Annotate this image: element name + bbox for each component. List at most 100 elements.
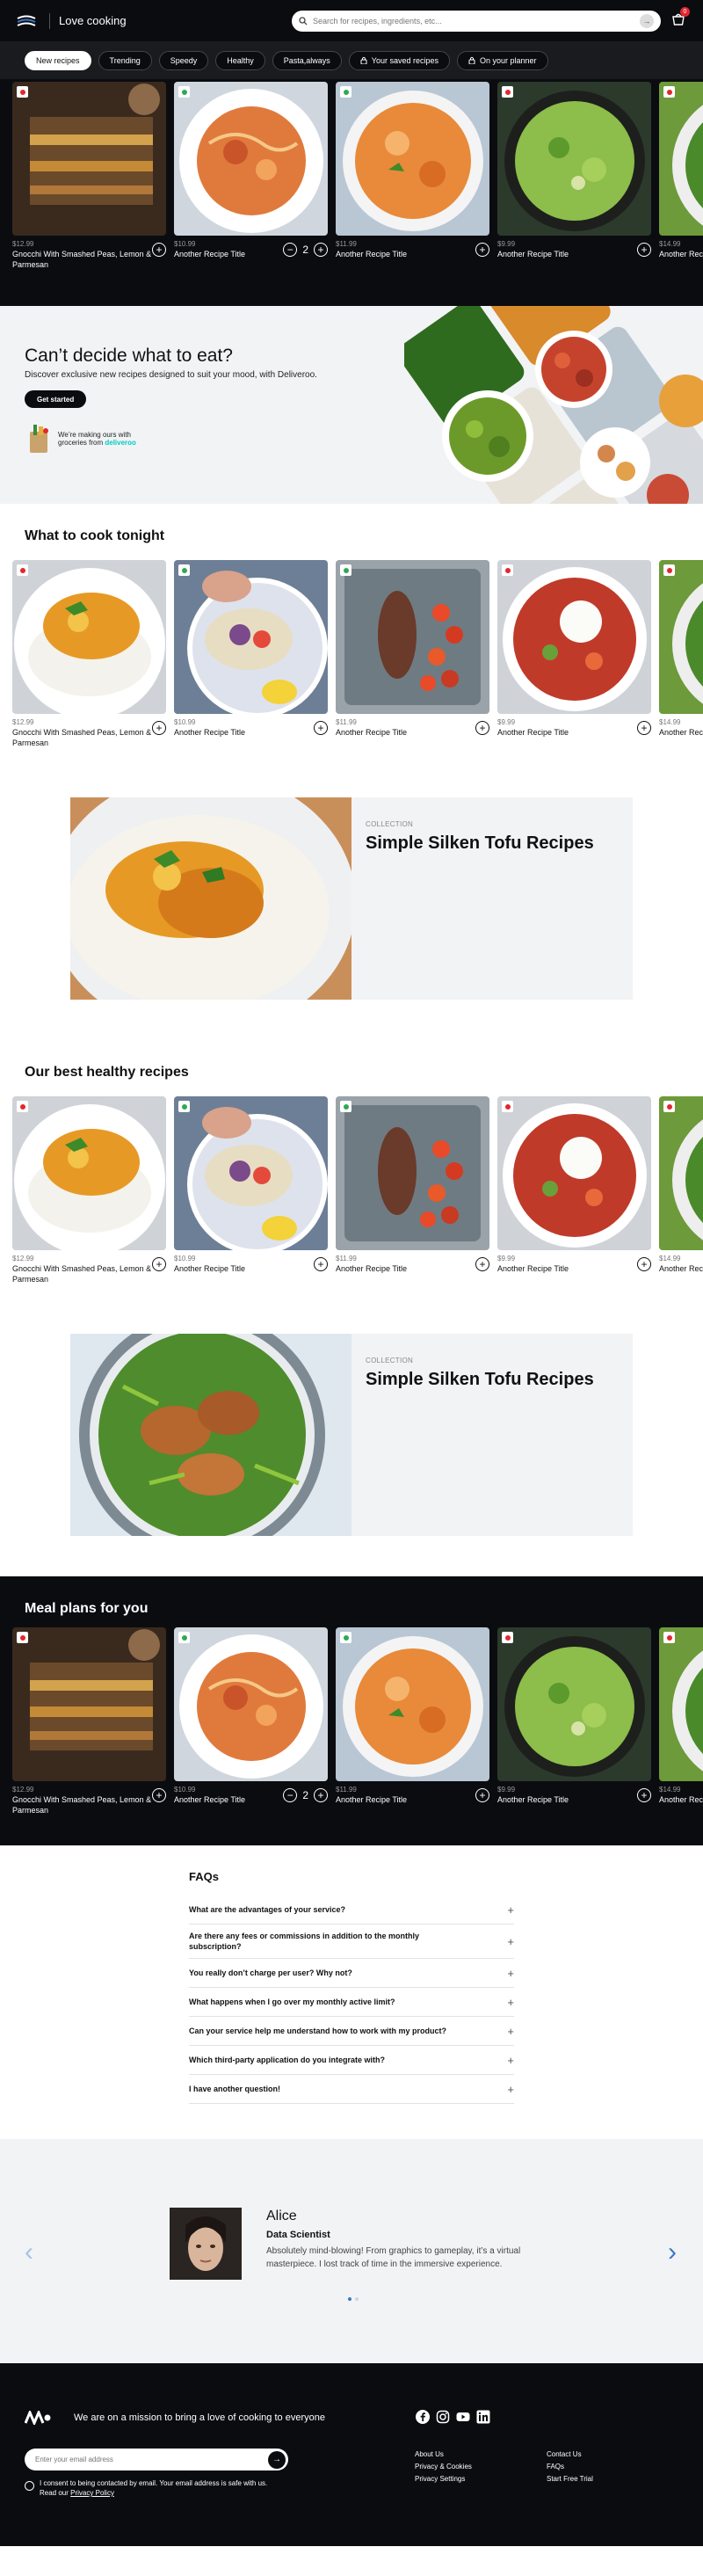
recipe-title[interactable]: Gnocchi With Smashed Peas, Lemon & Parme… bbox=[12, 1263, 152, 1284]
increment-button[interactable]: + bbox=[314, 1788, 328, 1802]
recipe-card[interactable]: $12.99 Gnocchi With Smashed Peas, Lemon &… bbox=[12, 1096, 166, 1284]
recipe-title[interactable]: Another Recipe Title bbox=[336, 249, 407, 259]
recipe-image[interactable] bbox=[12, 1627, 166, 1781]
recipe-card[interactable]: $14.99Another Recipe Title+ bbox=[659, 560, 703, 748]
recipe-title[interactable]: Another Recipe Title bbox=[336, 1794, 407, 1805]
recipe-image[interactable] bbox=[336, 1627, 489, 1781]
get-started-button[interactable]: Get started bbox=[25, 390, 87, 408]
recipe-image[interactable] bbox=[497, 1096, 651, 1250]
recipe-card[interactable]: $11.99 Another Recipe Title + bbox=[336, 1627, 489, 1816]
footer-logo-icon[interactable] bbox=[25, 2411, 51, 2425]
email-field[interactable] bbox=[35, 2456, 268, 2463]
previous-arrow-icon[interactable]: ‹ bbox=[25, 2238, 33, 2267]
add-recipe-button[interactable]: + bbox=[475, 1257, 489, 1271]
recipe-title[interactable]: Gnocchi With Smashed Peas, Lemon & Parme… bbox=[12, 727, 152, 748]
faq-item[interactable]: Can your service help me understand how … bbox=[189, 2017, 514, 2046]
recipe-title[interactable]: Another Recipe Title bbox=[659, 249, 703, 259]
footer-link[interactable]: FAQs bbox=[547, 2461, 593, 2473]
recipe-card[interactable]: $9.99 Another Recipe Title + bbox=[497, 82, 651, 270]
filter-chip[interactable]: Pasta,always bbox=[272, 50, 342, 70]
recipe-title[interactable]: Another Recipe Title bbox=[497, 249, 569, 259]
recipe-image[interactable] bbox=[12, 560, 166, 714]
recipe-title[interactable]: Another Recipe Title bbox=[659, 727, 703, 738]
add-recipe-button[interactable]: + bbox=[152, 1257, 166, 1271]
recipe-image[interactable] bbox=[174, 1096, 328, 1250]
newsletter-submit-button[interactable]: → bbox=[268, 2450, 286, 2469]
recipe-card[interactable]: $12.99 Gnocchi With Smashed Peas, Lemon &… bbox=[12, 82, 166, 270]
recipe-title[interactable]: Another Recipe Title bbox=[174, 1794, 245, 1805]
add-recipe-button[interactable]: + bbox=[475, 721, 489, 735]
expand-plus-icon[interactable]: + bbox=[507, 1967, 514, 1980]
footer-link[interactable]: Privacy & Cookies bbox=[415, 2461, 472, 2473]
filter-chip[interactable]: Your saved recipes bbox=[348, 50, 451, 70]
add-recipe-button[interactable]: + bbox=[152, 1788, 166, 1802]
filter-chip[interactable]: Trending bbox=[98, 50, 152, 70]
expand-plus-icon[interactable]: + bbox=[507, 2054, 514, 2067]
recipe-card[interactable]: $9.99 Another Recipe Title + bbox=[497, 1096, 651, 1284]
recipe-image[interactable] bbox=[497, 1627, 651, 1781]
expand-plus-icon[interactable]: + bbox=[507, 1903, 514, 1917]
faq-question[interactable]: You really don’t charge per user? Why no… bbox=[189, 1968, 453, 1978]
recipe-image[interactable] bbox=[336, 1096, 489, 1250]
recipe-title[interactable]: Another Recipe Title bbox=[174, 1263, 245, 1274]
instagram-icon[interactable] bbox=[435, 2409, 450, 2424]
facebook-icon[interactable] bbox=[415, 2409, 430, 2424]
recipe-title[interactable]: Another Recipe Title bbox=[336, 727, 407, 738]
add-recipe-button[interactable]: + bbox=[637, 1788, 651, 1802]
recipe-card[interactable]: $11.99 Another Recipe Title + bbox=[336, 560, 489, 748]
recipe-card[interactable]: $10.99 Another Recipe Title −2 + bbox=[174, 82, 328, 270]
add-recipe-button[interactable]: + bbox=[637, 721, 651, 735]
faq-question[interactable]: Can your service help me understand how … bbox=[189, 2026, 453, 2036]
recipe-card[interactable]: $11.99 Another Recipe Title + bbox=[336, 82, 489, 270]
pagination-dot[interactable] bbox=[355, 2297, 359, 2301]
recipe-title[interactable]: Another Recipe Title bbox=[497, 1794, 569, 1805]
recipe-image[interactable] bbox=[497, 82, 651, 236]
filter-chip[interactable]: On your planner bbox=[457, 50, 548, 70]
privacy-policy-link[interactable]: Privacy Policy bbox=[70, 2489, 114, 2497]
faq-question[interactable]: Which third-party application do you int… bbox=[189, 2055, 453, 2065]
collection-card[interactable]: COLLECTION Simple Silken Tofu Recipes bbox=[70, 1334, 633, 1536]
recipe-title[interactable]: Gnocchi With Smashed Peas, Lemon & Parme… bbox=[12, 1794, 152, 1816]
recipe-image[interactable] bbox=[659, 1627, 703, 1781]
faq-item[interactable]: You really don’t charge per user? Why no… bbox=[189, 1959, 514, 1988]
expand-plus-icon[interactable]: + bbox=[507, 1935, 514, 1948]
recipe-image[interactable] bbox=[174, 1627, 328, 1781]
expand-plus-icon[interactable]: + bbox=[507, 2025, 514, 2038]
recipe-title[interactable]: Another Recipe Title bbox=[497, 727, 569, 738]
decrement-button[interactable]: − bbox=[283, 1788, 298, 1802]
recipe-image[interactable] bbox=[12, 82, 166, 236]
recipe-image[interactable] bbox=[336, 82, 489, 236]
faq-item[interactable]: I have another question! + bbox=[189, 2075, 514, 2104]
add-recipe-button[interactable]: + bbox=[314, 721, 328, 735]
faq-question[interactable]: Are there any fees or commissions in add… bbox=[189, 1931, 453, 1952]
expand-plus-icon[interactable]: + bbox=[507, 2083, 514, 2096]
recipe-card[interactable]: $11.99 Another Recipe Title + bbox=[336, 1096, 489, 1284]
cart-button[interactable]: 0 bbox=[671, 7, 690, 26]
recipe-title[interactable]: Another Recipe Title bbox=[659, 1263, 703, 1274]
recipe-title[interactable]: Another Recipe Title bbox=[336, 1263, 407, 1274]
recipe-card[interactable]: $14.99Another Recipe Title+ bbox=[659, 1627, 703, 1816]
site-title[interactable]: Love cooking bbox=[59, 14, 127, 27]
faq-item[interactable]: Which third-party application do you int… bbox=[189, 2046, 514, 2075]
expand-plus-icon[interactable]: + bbox=[507, 1996, 514, 2009]
faq-question[interactable]: I have another question! bbox=[189, 2084, 453, 2094]
footer-link[interactable]: Contact Us bbox=[547, 2449, 593, 2461]
search-bar[interactable]: → bbox=[292, 11, 661, 32]
add-recipe-button[interactable]: + bbox=[314, 1257, 328, 1271]
recipe-image[interactable] bbox=[12, 1096, 166, 1250]
search-submit-button[interactable]: → bbox=[640, 14, 654, 28]
recipe-card[interactable]: $12.99 Gnocchi With Smashed Peas, Lemon &… bbox=[12, 1627, 166, 1816]
carousel-track[interactable]: $12.99 Gnocchi With Smashed Peas, Lemon &… bbox=[0, 1627, 703, 1816]
add-recipe-button[interactable]: + bbox=[637, 243, 651, 257]
footer-link[interactable]: About Us bbox=[415, 2449, 472, 2461]
faq-question[interactable]: What happens when I go over my monthly a… bbox=[189, 1997, 453, 2007]
filter-chip[interactable]: Speedy bbox=[158, 50, 209, 70]
recipe-image[interactable] bbox=[659, 82, 703, 236]
recipe-image[interactable] bbox=[174, 82, 328, 236]
recipe-image[interactable] bbox=[336, 560, 489, 714]
recipe-image[interactable] bbox=[174, 560, 328, 714]
add-recipe-button[interactable]: + bbox=[152, 243, 166, 257]
add-recipe-button[interactable]: + bbox=[475, 243, 489, 257]
recipe-card[interactable]: $9.99 Another Recipe Title + bbox=[497, 1627, 651, 1816]
footer-link[interactable]: Privacy Settings bbox=[415, 2473, 472, 2485]
